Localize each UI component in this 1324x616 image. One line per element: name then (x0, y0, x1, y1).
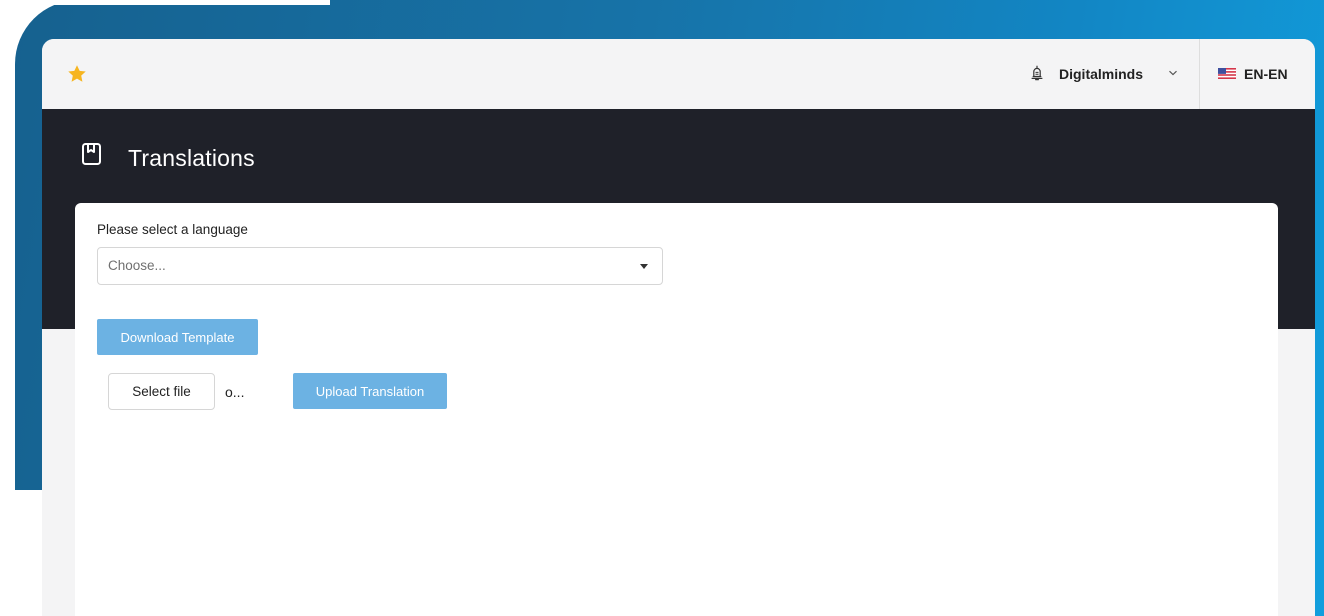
star-icon[interactable] (66, 63, 88, 85)
background-bottom-cutout (0, 490, 42, 616)
language-select[interactable]: Choose... (97, 247, 663, 285)
caret-down-icon (640, 264, 648, 269)
background-top-cutout (0, 0, 330, 5)
bell-icon[interactable] (1029, 65, 1045, 81)
book-icon (82, 143, 101, 165)
select-file-button[interactable]: Select file (108, 373, 215, 410)
chevron-down-icon[interactable] (1168, 69, 1178, 77)
language-select-value: Choose... (108, 258, 166, 273)
translation-card: Please select a language Choose... Downl… (75, 203, 1278, 616)
topbar-divider (1199, 39, 1200, 109)
top-navigation-bar: Digitalminds EN-EN (42, 39, 1315, 109)
screenshot-stage: Digitalminds EN-EN Translations Please s… (0, 0, 1324, 616)
download-template-button[interactable]: Download Template (97, 319, 258, 355)
app-window: Digitalminds EN-EN Translations Please s… (42, 39, 1315, 616)
page-title: Translations (128, 145, 255, 171)
selected-file-status: o... (225, 384, 245, 400)
language-field-label: Please select a language (97, 222, 248, 237)
organization-name[interactable]: Digitalminds (1059, 66, 1143, 82)
language-selector[interactable]: EN-EN (1244, 66, 1288, 82)
upload-translation-button[interactable]: Upload Translation (293, 373, 447, 409)
us-flag-icon[interactable] (1218, 68, 1236, 79)
